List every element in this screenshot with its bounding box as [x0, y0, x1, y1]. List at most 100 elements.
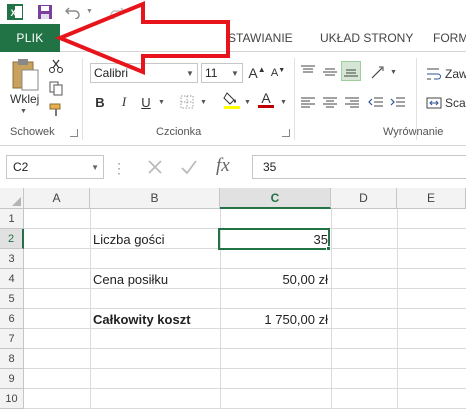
clipboard-group-label: Schowek — [10, 126, 55, 138]
paste-dropdown-icon[interactable]: ▼ — [20, 108, 27, 115]
chevron-down-icon[interactable]: ▼ — [228, 64, 242, 82]
font-size-value: 11 — [205, 66, 218, 80]
font-color-icon[interactable]: A — [256, 89, 276, 109]
tab-file[interactable]: PLIK — [0, 24, 60, 52]
group-separator — [82, 58, 83, 140]
italic-button[interactable]: I — [114, 92, 134, 112]
excel-logo-icon[interactable]: X — [6, 3, 24, 21]
column-header-d[interactable]: D — [331, 188, 397, 209]
quick-access-toolbar: X ▼ — [0, 0, 466, 24]
cell-b6[interactable]: Całkowity koszt — [90, 309, 220, 329]
row-header-7[interactable]: 7 — [0, 329, 24, 349]
wrap-text-icon — [427, 68, 441, 80]
group-separator — [294, 58, 295, 140]
decrease-indent-icon[interactable] — [366, 93, 386, 113]
borders-icon[interactable] — [177, 92, 197, 112]
fill-handle[interactable] — [326, 246, 331, 251]
paste-icon[interactable] — [10, 58, 40, 92]
paste-button[interactable]: Wklej — [10, 92, 39, 106]
column-header-c[interactable]: C — [220, 188, 331, 209]
fill-color-icon[interactable] — [222, 90, 242, 110]
cell-b4[interactable]: Cena posiłku — [90, 269, 220, 289]
row-header-9[interactable]: 9 — [0, 369, 24, 389]
align-top-icon[interactable] — [298, 62, 318, 82]
alignment-group-label: Wyrównanie — [383, 126, 444, 138]
name-box-value: C2 — [13, 160, 29, 174]
gridline — [24, 348, 466, 349]
font-name-field[interactable]: Calibri ▼ — [90, 63, 198, 83]
font-launcher-icon[interactable] — [282, 129, 290, 137]
underline-dropdown-icon[interactable]: ▼ — [158, 99, 165, 106]
formula-input[interactable]: 35 — [252, 155, 466, 179]
undo-icon[interactable] — [64, 3, 82, 21]
caret-down-icon: ▼ — [278, 66, 286, 74]
cell-c6[interactable]: 1 750,00 zł — [220, 309, 331, 329]
redo-icon[interactable] — [108, 3, 126, 21]
font-group-label: Czcionka — [156, 126, 202, 138]
merge-center-button[interactable]: Sca — [426, 95, 466, 111]
gridline — [331, 209, 332, 409]
insert-function-button[interactable]: fx — [216, 155, 230, 177]
underline-button[interactable]: U — [136, 92, 156, 112]
font-color-swatch — [258, 104, 274, 108]
gridline — [24, 388, 466, 389]
font-size-field[interactable]: 11 ▼ — [201, 63, 243, 83]
formula-buttons: fx — [118, 155, 252, 179]
chevron-down-icon[interactable]: ▼ — [183, 64, 197, 82]
cell-c4[interactable]: 50,00 zł — [220, 269, 331, 289]
cancel-icon[interactable] — [146, 158, 164, 176]
ribbon: Wklej ▼ Schowek Calibri ▼ 11 ▼ A ▲ A ▼ B I… — [0, 52, 466, 146]
row-header-2[interactable]: 2 — [0, 229, 24, 249]
tab-page-layout[interactable]: UKŁAD STRONY — [320, 24, 413, 52]
selection-border — [218, 228, 330, 250]
tab-formulas[interactable]: FORM — [433, 24, 466, 52]
formula-bar: C2 ▼ ⋮ fx 35 — [0, 146, 466, 188]
worksheet-grid: A B C D E 1 2 3 4 5 6 7 8 9 10 Liczba go… — [0, 188, 466, 409]
increase-indent-icon[interactable] — [388, 93, 408, 113]
gridline — [397, 209, 398, 409]
cut-icon[interactable] — [46, 56, 66, 76]
shrink-font-button[interactable]: A ▼ — [268, 63, 288, 83]
align-middle-icon[interactable] — [320, 62, 340, 82]
select-all-button[interactable] — [0, 188, 24, 209]
svg-text:X: X — [11, 8, 17, 18]
fill-color-dropdown-icon[interactable]: ▼ — [244, 99, 251, 106]
chevron-down-icon[interactable]: ▼ — [91, 163, 99, 172]
align-right-icon[interactable] — [342, 93, 362, 113]
name-box[interactable]: C2 ▼ — [6, 155, 104, 179]
bold-button[interactable]: B — [90, 92, 110, 112]
borders-dropdown-icon[interactable]: ▼ — [200, 99, 207, 106]
cell-b2[interactable]: Liczba gości — [90, 229, 220, 249]
row-header-1[interactable]: 1 — [0, 209, 24, 229]
undo-dropdown-icon[interactable]: ▼ — [86, 8, 93, 15]
align-left-icon[interactable] — [298, 93, 318, 113]
wrap-text-button[interactable]: Zaw — [426, 66, 466, 82]
ribbon-tabs: PLIK STAWIANIE UKŁAD STRONY FORM — [0, 24, 466, 52]
caret-up-icon: ▲ — [257, 64, 266, 74]
enter-icon[interactable] — [180, 158, 198, 176]
row-header-8[interactable]: 8 — [0, 349, 24, 369]
column-header-a[interactable]: A — [24, 188, 90, 209]
grow-font-button[interactable]: A ▲ — [247, 63, 267, 83]
orientation-dropdown-icon[interactable]: ▼ — [390, 69, 397, 76]
column-header-b[interactable]: B — [90, 188, 220, 209]
save-icon[interactable] — [36, 3, 54, 21]
row-header-10[interactable]: 10 — [0, 389, 24, 409]
font-color-dropdown-icon[interactable]: ▼ — [280, 99, 287, 106]
gridline — [24, 368, 466, 369]
clipboard-launcher-icon[interactable] — [70, 129, 78, 137]
group-separator — [416, 58, 417, 140]
row-header-6[interactable]: 6 — [0, 309, 24, 329]
tab-insert[interactable]: STAWIANIE — [228, 24, 293, 52]
merge-center-icon — [426, 97, 442, 109]
copy-icon[interactable] — [46, 78, 66, 98]
row-header-3[interactable]: 3 — [0, 249, 24, 269]
font-name-value: Calibri — [94, 66, 129, 80]
row-header-4[interactable]: 4 — [0, 269, 24, 289]
row-header-5[interactable]: 5 — [0, 289, 24, 309]
align-center-icon[interactable] — [320, 93, 340, 113]
orientation-icon[interactable] — [368, 62, 388, 82]
format-painter-icon[interactable] — [46, 100, 66, 120]
column-header-e[interactable]: E — [397, 188, 466, 209]
align-bottom-icon[interactable] — [341, 61, 361, 81]
